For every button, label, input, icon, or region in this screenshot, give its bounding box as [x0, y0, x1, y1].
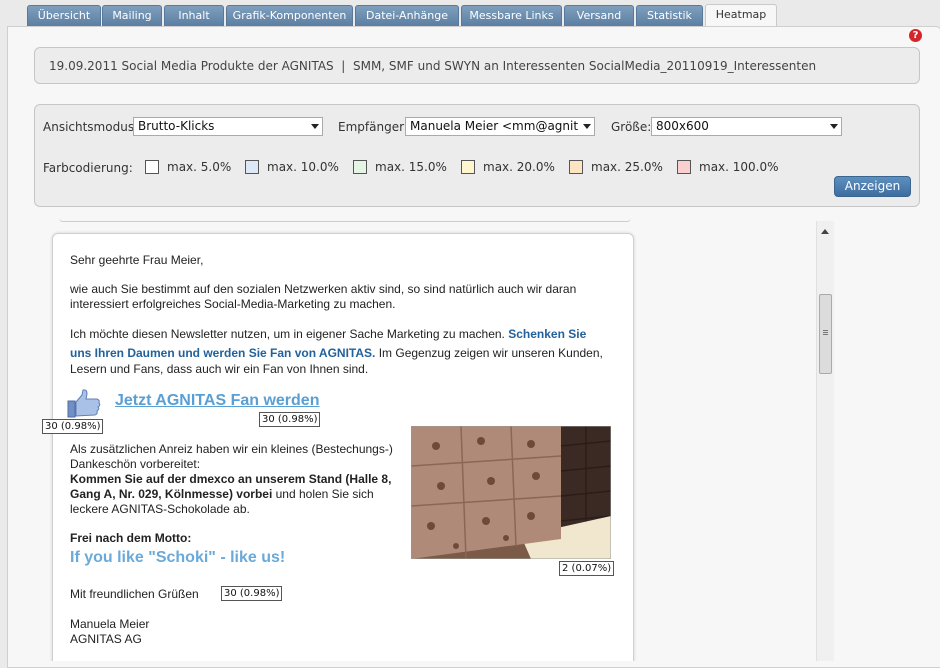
- heatmap-count-thumb: 30 (0.98%): [42, 419, 104, 434]
- paragraph-3-line-2: Dankeschön vorbereitet:: [70, 457, 201, 471]
- legend-label: max. 5.0%: [167, 160, 232, 174]
- salutation: Sehr geehrte Frau Meier,: [70, 253, 204, 267]
- color-coding-label: Farbcodierung:: [43, 161, 133, 175]
- view-mode-select[interactable]: Brutto-Klicks: [133, 117, 323, 136]
- scrollbar-thumb[interactable]: [819, 294, 832, 374]
- fan-inline-link[interactable]: Schenken Sie: [508, 327, 586, 341]
- tab-datei-anhaenge[interactable]: Datei-Anhänge: [355, 5, 459, 26]
- tab-messbare-links[interactable]: Messbare Links: [461, 5, 562, 26]
- legend-swatch: [461, 160, 475, 174]
- view-mode-label: Ansichtsmodus:: [43, 120, 139, 134]
- mailing-info-box: 19.09.2011 Social Media Produkte der AGN…: [34, 47, 920, 84]
- size-select[interactable]: 800x600: [651, 117, 842, 136]
- chevron-down-icon: [583, 124, 591, 129]
- tab-statistik[interactable]: Statistik: [636, 5, 703, 26]
- mailing-info-text: 19.09.2011 Social Media Produkte der AGN…: [49, 59, 817, 73]
- recipient-value: Manuela Meier <mm@agnitas.de>: [410, 119, 578, 133]
- newsletter-preview: Sehr geehrte Frau Meier, wie auch Sie be…: [42, 233, 634, 661]
- stand-info-bold: Gang A, Nr. 029, Kölnmesse) vorbei: [70, 487, 273, 501]
- paragraph-2-line-3: Lesern und Fans, dass auch wir ein Fan v…: [70, 362, 369, 376]
- chocolate-image[interactable]: [411, 426, 611, 559]
- paragraph-1-line-1: wie auch Sie bestimmt auf den sozialen N…: [70, 282, 577, 296]
- paragraph-3-line-1: Als zusätzlichen Anreiz haben wir ein kl…: [70, 442, 393, 456]
- heatmap-filter-box: Ansichtsmodus: Brutto-Klicks Empfänger: …: [34, 104, 920, 207]
- recipient-label: Empfänger:: [338, 120, 408, 134]
- tab-uebersicht[interactable]: Übersicht: [27, 5, 101, 26]
- legend-swatch: [353, 160, 367, 174]
- help-icon[interactable]: ?: [909, 29, 922, 42]
- heatmap-count-chocolate: 2 (0.07%): [559, 561, 615, 576]
- legend-swatch: [569, 160, 583, 174]
- legend-label: max. 20.0%: [483, 160, 555, 174]
- heatmap-count-fan-link: 30 (0.98%): [259, 412, 321, 427]
- paragraph-2-text: Ich möchte diesen Newsletter nutzen, um …: [70, 327, 509, 341]
- legend-label: max. 25.0%: [591, 160, 663, 174]
- tab-bar: Übersicht Mailing Inhalt Grafik-Komponen…: [0, 0, 940, 28]
- stand-info-text: und holen Sie sich: [272, 487, 374, 501]
- legend-label: max. 15.0%: [375, 160, 447, 174]
- motto-label: Frei nach dem Motto:: [70, 531, 192, 545]
- paragraph-3-line-4: Gang A, Nr. 029, Kölnmesse) vorbei und h…: [70, 487, 374, 502]
- fan-inline-link-cont[interactable]: uns Ihren Daumen und werden Sie Fan von …: [70, 346, 375, 360]
- thumbs-up-icon[interactable]: [67, 389, 103, 419]
- previous-frame-edge: [59, 214, 631, 222]
- view-mode-value: Brutto-Klicks: [138, 119, 215, 133]
- paragraph-2-line-1: Ich möchte diesen Newsletter nutzen, um …: [70, 327, 586, 342]
- paragraph-3-line-5: leckere AGNITAS-Schokolade ab.: [70, 502, 250, 516]
- tab-inhalt[interactable]: Inhalt: [164, 5, 224, 26]
- paragraph-2-text-cont: Im Gegenzug zeigen wir unseren Kunden,: [375, 346, 603, 360]
- tab-mailing[interactable]: Mailing: [102, 5, 162, 26]
- motto-text: If you like "Schoki" - like us!: [70, 549, 286, 566]
- tab-versand[interactable]: Versand: [564, 5, 634, 26]
- greeting: Mit freundlichen Grüßen: [70, 587, 199, 601]
- chevron-down-icon: [830, 124, 838, 129]
- scroll-up-arrow-icon[interactable]: [821, 229, 829, 234]
- signature-company: AGNITAS AG: [70, 632, 142, 646]
- size-value: 800x600: [656, 119, 709, 133]
- heatmap-preview: Sehr geehrte Frau Meier, wie auch Sie be…: [34, 214, 834, 661]
- recipient-select[interactable]: Manuela Meier <mm@agnitas.de>: [405, 117, 595, 136]
- heatmap-count-greeting: 30 (0.98%): [221, 586, 283, 601]
- size-label: Größe:: [611, 120, 652, 134]
- chevron-down-icon: [311, 124, 319, 129]
- signature-name: Manuela Meier: [70, 617, 150, 631]
- tab-heatmap[interactable]: Heatmap: [705, 4, 777, 28]
- tab-grafik-komponenten[interactable]: Grafik-Komponenten: [226, 5, 353, 26]
- legend-label: max. 100.0%: [699, 160, 779, 174]
- legend-swatch: [677, 160, 691, 174]
- legend-label: max. 10.0%: [267, 160, 339, 174]
- fan-link[interactable]: Jetzt AGNITAS Fan werden: [115, 392, 319, 410]
- show-button[interactable]: Anzeigen: [834, 176, 911, 197]
- paragraph-2-line-2: uns Ihren Daumen und werden Sie Fan von …: [70, 346, 603, 361]
- preview-scrollbar[interactable]: [816, 221, 834, 661]
- paragraph-1-line-2: interessiert erfolgreiches Social-Media-…: [70, 297, 396, 311]
- paragraph-3-line-3: Kommen Sie auf der dmexco an unserem Sta…: [70, 472, 392, 486]
- legend-swatch: [145, 160, 159, 174]
- legend-swatch: [245, 160, 259, 174]
- grip-icon: [823, 330, 828, 331]
